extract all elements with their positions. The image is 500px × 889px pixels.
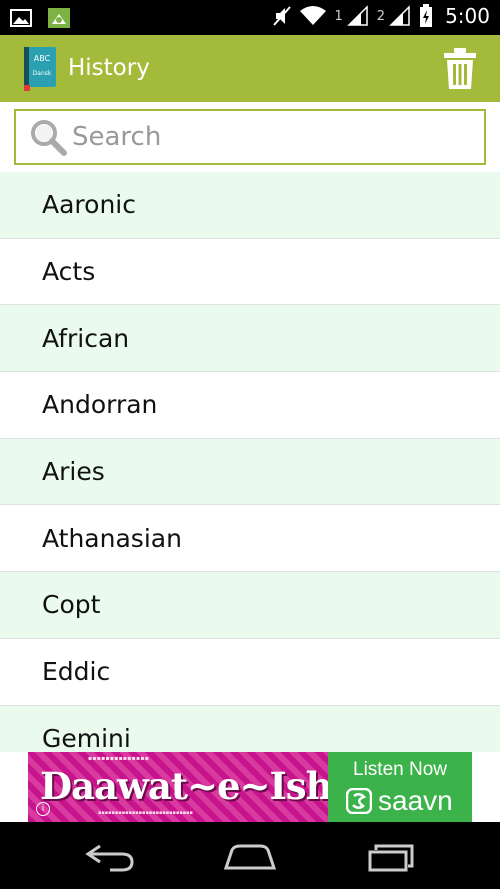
- search-input[interactable]: [72, 122, 472, 152]
- ad-credits-decor: ▪▪▪▪▪▪▪▪▪▪▪▪▪▪: [88, 755, 150, 762]
- signal-icon: [389, 5, 410, 26]
- search-icon: [31, 120, 67, 156]
- list-item[interactable]: Acts: [0, 238, 500, 306]
- ad-banner[interactable]: ▪▪▪▪▪▪▪▪▪▪▪▪▪▪ Daawat~e~Ishq ▪▪▪▪▪▪▪▪▪▪▪…: [28, 752, 472, 822]
- app-icon: ABC Dansk: [24, 47, 56, 91]
- nav-bar: [0, 822, 500, 889]
- app-icon-text-bottom: Dansk: [33, 70, 52, 77]
- picture-icon: [10, 9, 32, 27]
- android-icon: [48, 8, 70, 28]
- home-icon[interactable]: [220, 840, 280, 874]
- recent-apps-icon[interactable]: [362, 840, 422, 874]
- clock: 5:00: [445, 4, 490, 28]
- app-icon-text-top: ABC: [34, 54, 51, 63]
- sim1-label: 1: [334, 8, 343, 24]
- list-item[interactable]: Aries: [0, 438, 500, 506]
- ad-brand: saavn: [378, 785, 453, 816]
- battery-icon: [420, 4, 433, 27]
- ad-brand-row: saavn: [346, 785, 453, 817]
- back-icon[interactable]: [80, 840, 140, 874]
- trash-icon[interactable]: [442, 47, 478, 91]
- ad-cta-panel: Listen Now saavn: [328, 752, 472, 822]
- list-item[interactable]: African: [0, 305, 500, 373]
- page-title: History: [68, 55, 150, 81]
- saavn-logo-icon: [346, 788, 372, 814]
- list-item[interactable]: Gemini: [0, 705, 500, 752]
- ad-title: Daawat~e~Ishq: [40, 764, 328, 808]
- mute-icon: [272, 6, 291, 26]
- search-box[interactable]: [14, 109, 486, 165]
- list-item[interactable]: Andorran: [0, 372, 500, 439]
- ad-info-icon[interactable]: i: [36, 802, 50, 816]
- status-bar: 1 2 5:00: [0, 0, 500, 35]
- ad-cta: Listen Now: [353, 759, 447, 780]
- signal-icon: [346, 5, 368, 26]
- list-item[interactable]: Copt: [0, 572, 500, 639]
- ad-credits-decor-bottom: ▪▪▪▪▪▪▪▪▪▪▪▪▪▪▪▪▪▪▪▪▪▪▪▪▪▪▪▪: [98, 810, 193, 816]
- list-item[interactable]: Eddic: [0, 638, 500, 706]
- search-area: [0, 102, 500, 172]
- wifi-icon: [299, 6, 326, 25]
- list-item[interactable]: Athanasian: [0, 505, 500, 573]
- history-list: Aaronic Acts African Andorran Aries Atha…: [0, 172, 500, 752]
- list-item[interactable]: Aaronic: [0, 172, 500, 239]
- ad-row: ▪▪▪▪▪▪▪▪▪▪▪▪▪▪ Daawat~e~Ishq ▪▪▪▪▪▪▪▪▪▪▪…: [0, 752, 500, 822]
- ad-movie-panel: ▪▪▪▪▪▪▪▪▪▪▪▪▪▪ Daawat~e~Ishq ▪▪▪▪▪▪▪▪▪▪▪…: [28, 752, 328, 822]
- sim2-label: 2: [376, 8, 386, 24]
- action-bar: ABC Dansk History: [0, 35, 500, 102]
